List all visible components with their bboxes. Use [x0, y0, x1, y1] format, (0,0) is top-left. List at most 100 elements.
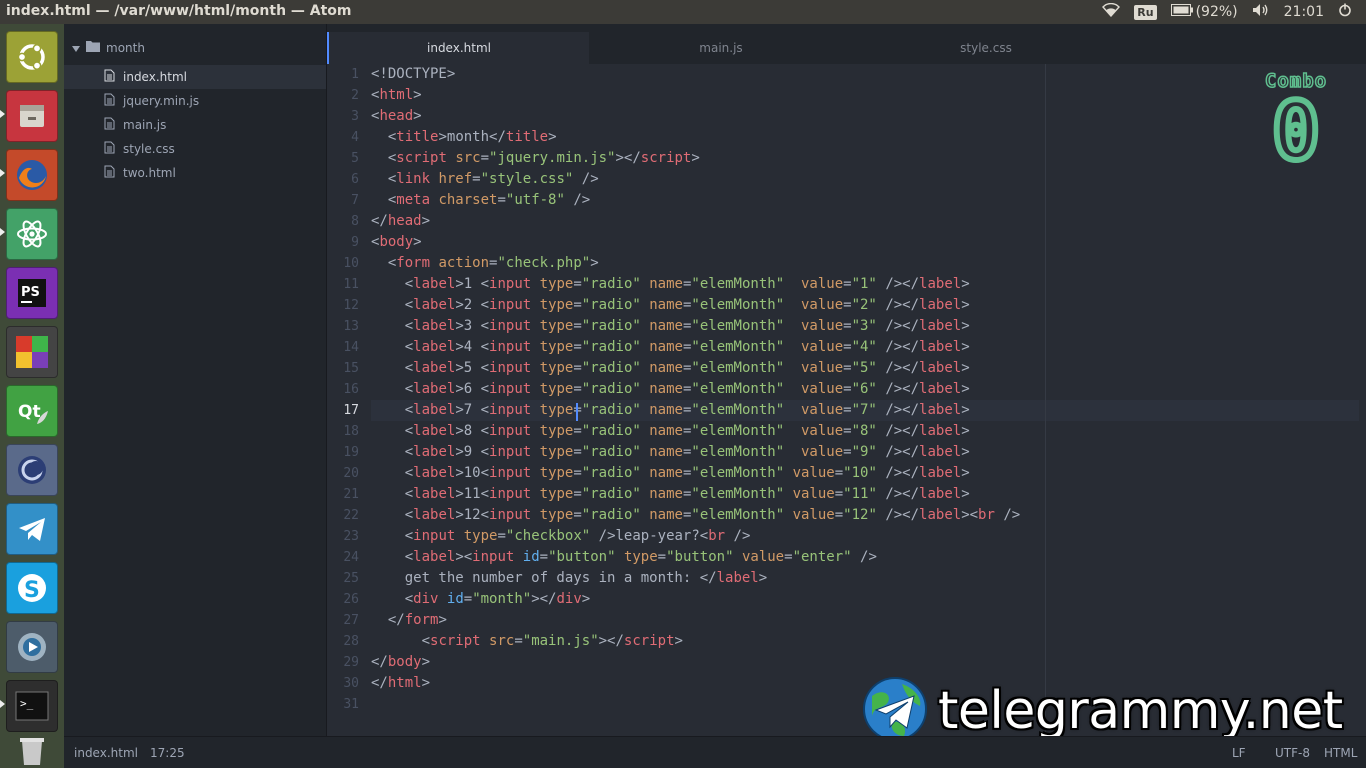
code-line[interactable]: <script src="main.js"></script> [371, 631, 1359, 652]
code-line[interactable]: <script src="jquery.min.js"></script> [371, 148, 1359, 169]
keyboard-layout-indicator[interactable]: Ru [1134, 4, 1157, 20]
code-line[interactable]: <label>11<input type="radio" name="elemM… [371, 484, 1359, 505]
code-line[interactable]: <label>12<input type="radio" name="elemM… [371, 505, 1359, 526]
code-line[interactable]: <label>8 <input type="radio" name="elemM… [371, 421, 1359, 442]
code-area[interactable]: <!DOCTYPE> <html> <head> <title>month</tit… [371, 64, 1359, 715]
line-number[interactable]: 25 [327, 568, 359, 589]
line-number[interactable]: 20 [327, 463, 359, 484]
code-line[interactable]: <link href="style.css" /> [371, 169, 1359, 190]
line-number[interactable]: 2 [327, 85, 359, 106]
line-number[interactable]: 29 [327, 652, 359, 673]
line-number[interactable]: 30 [327, 673, 359, 694]
line-number[interactable]: 8 [327, 211, 359, 232]
tree-file-jquery-min-js[interactable]: jquery.min.js [64, 89, 326, 113]
code-line[interactable]: <!DOCTYPE> [371, 64, 1359, 85]
code-line[interactable]: <label>10<input type="radio" name="elemM… [371, 463, 1359, 484]
telegram-icon[interactable] [6, 503, 58, 555]
line-number-gutter[interactable]: 1 2 3 4 5 6 7 8 9 10 11 12 13 14 15 16 17 18 19 20 21 22 23 24 2… [327, 64, 359, 715]
line-number[interactable]: 10 [327, 253, 359, 274]
status-grammar[interactable]: HTML [1324, 746, 1357, 760]
files-icon[interactable] [6, 90, 58, 142]
line-number[interactable]: 9 [327, 232, 359, 253]
code-line[interactable]: <label>7 <input type="radio" name="elemM… [371, 400, 1359, 421]
status-encoding[interactable]: UTF-8 [1275, 746, 1310, 760]
tree-file-index-html[interactable]: index.html [64, 65, 326, 89]
code-line[interactable]: </head> [371, 211, 1359, 232]
status-line-ending[interactable]: LF [1232, 746, 1246, 760]
line-number[interactable]: 28 [327, 631, 359, 652]
line-number[interactable]: 23 [327, 526, 359, 547]
code-line[interactable]: <meta charset="utf-8" /> [371, 190, 1359, 211]
line-number[interactable]: 31 [327, 694, 359, 715]
line-number[interactable]: 3 [327, 106, 359, 127]
atom-icon[interactable] [6, 208, 58, 260]
line-number[interactable]: 13 [327, 316, 359, 337]
trash-icon[interactable] [6, 736, 58, 766]
code-line[interactable]: </form> [371, 610, 1359, 631]
code-line[interactable]: <label><input id="button" type="button" … [371, 547, 1359, 568]
line-number[interactable]: 24 [327, 547, 359, 568]
line-number[interactable]: 11 [327, 274, 359, 295]
tree-root-folder[interactable]: month [72, 40, 145, 55]
volume-icon[interactable] [1252, 3, 1270, 21]
line-number[interactable]: 26 [327, 589, 359, 610]
code-line[interactable]: get the number of days in a month: </lab… [371, 568, 1359, 589]
code-line[interactable]: <label>1 <input type="radio" name="elemM… [371, 274, 1359, 295]
code-line[interactable]: <label>5 <input type="radio" name="elemM… [371, 358, 1359, 379]
dash-ubuntu-icon[interactable] [6, 31, 58, 83]
phpstorm-icon[interactable]: PS [6, 267, 58, 319]
code-punctuation: > [455, 318, 464, 334]
tree-file-style-css[interactable]: style.css [64, 137, 326, 161]
line-number[interactable]: 14 [327, 337, 359, 358]
system-menu-icon[interactable] [1338, 3, 1352, 21]
code-line[interactable]: <form action="check.php"> [371, 253, 1359, 274]
clock[interactable]: 21:01 [1284, 4, 1324, 20]
line-number[interactable]: 27 [327, 610, 359, 631]
tab-style-css[interactable]: style.css [853, 32, 1119, 64]
line-number[interactable]: 12 [327, 295, 359, 316]
line-number[interactable]: 21 [327, 484, 359, 505]
code-line[interactable]: </body> [371, 652, 1359, 673]
tab-index-html[interactable]: index.html [327, 32, 589, 64]
code-line[interactable]: <label>9 <input type="radio" name="elemM… [371, 442, 1359, 463]
tab-main-js[interactable]: main.js [589, 32, 853, 64]
battery-indicator[interactable]: (92%) [1170, 4, 1238, 20]
code-line[interactable]: <label>2 <input type="radio" name="elemM… [371, 295, 1359, 316]
firefox-icon[interactable] [6, 149, 58, 201]
line-number[interactable]: 22 [327, 505, 359, 526]
code-line[interactable]: <label>4 <input type="radio" name="elemM… [371, 337, 1359, 358]
terminal-icon[interactable]: >_ [6, 680, 58, 732]
code-punctuation: </ [371, 675, 388, 691]
tree-file-main-js[interactable]: main.js [64, 113, 326, 137]
code-text: = [573, 486, 582, 502]
code-line[interactable]: <html> [371, 85, 1359, 106]
code-line[interactable]: <div id="month"></div> [371, 589, 1359, 610]
line-number[interactable]: 7 [327, 190, 359, 211]
status-file-path[interactable]: index.html [74, 746, 138, 760]
code-line[interactable]: <head> [371, 106, 1359, 127]
eclipse-icon[interactable] [6, 444, 58, 496]
code-line[interactable]: <input type="checkbox" />leap-year?<br /… [371, 526, 1359, 547]
wifi-icon[interactable] [1102, 2, 1121, 21]
skype-icon[interactable]: S [6, 562, 58, 614]
line-number[interactable]: 17 [327, 400, 359, 421]
line-number[interactable]: 19 [327, 442, 359, 463]
line-number[interactable]: 15 [327, 358, 359, 379]
line-number[interactable]: 4 [327, 127, 359, 148]
code-line[interactable]: <label>6 <input type="radio" name="elemM… [371, 379, 1359, 400]
line-number[interactable]: 16 [327, 379, 359, 400]
code-line[interactable]: <title>month</title> [371, 127, 1359, 148]
status-cursor-position[interactable]: 17:25 [150, 746, 185, 760]
tree-file-two-html[interactable]: two.html [64, 161, 326, 185]
media-player-icon[interactable] [6, 621, 58, 673]
code-line[interactable]: <body> [371, 232, 1359, 253]
code-line[interactable]: <label>3 <input type="radio" name="elemM… [371, 316, 1359, 337]
editor[interactable]: 1 2 3 4 5 6 7 8 9 10 11 12 13 14 15 16 17 18 19 20 21 22 23 24 2… [327, 64, 1366, 736]
line-number[interactable]: 18 [327, 421, 359, 442]
line-number[interactable]: 5 [327, 148, 359, 169]
game-icon[interactable] [6, 326, 58, 378]
line-number[interactable]: 1 [327, 64, 359, 85]
qt-creator-icon[interactable]: Qt [6, 385, 58, 437]
line-number[interactable]: 6 [327, 169, 359, 190]
